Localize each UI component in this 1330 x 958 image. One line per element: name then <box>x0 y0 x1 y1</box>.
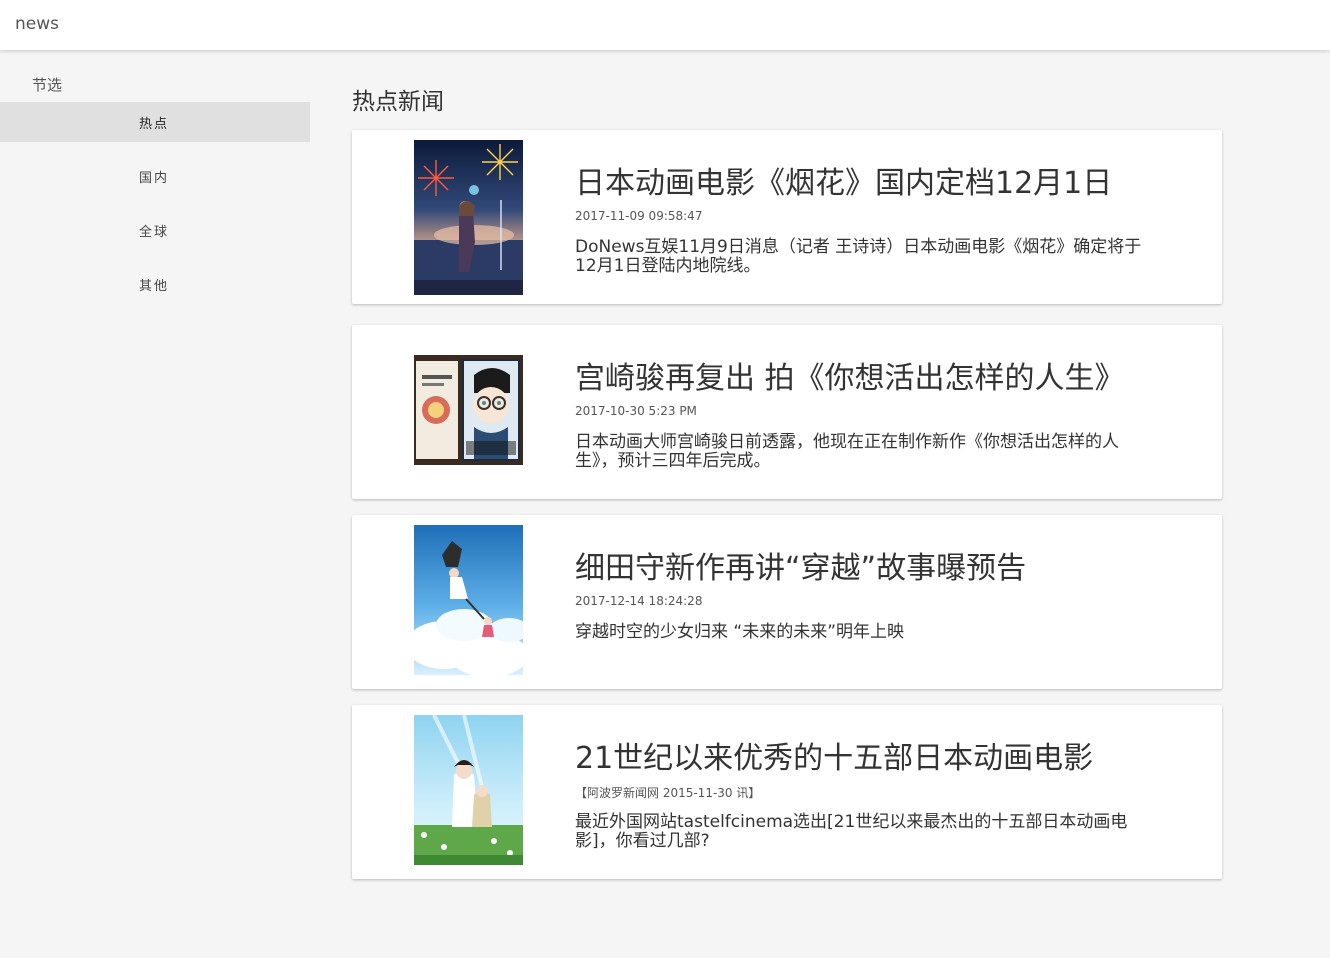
sidebar-item-label: 国内 <box>139 171 170 186</box>
article-summary: DoNews互娱11月9日消息（记者 王诗诗）日本动画电影《烟花》确定将于12月… <box>575 237 1142 276</box>
article-summary: 日本动画大师宫崎骏日前透露，他现在正在制作新作《你想活出怎样的人生》，预计三四年… <box>575 432 1119 471</box>
sidebar-item-label: 全球 <box>139 225 170 240</box>
article-title[interactable]: 日本动画电影《烟花》国内定档12月1日 <box>575 158 1112 202</box>
article-date: 2017-10-30 5:23 PM <box>575 404 697 418</box>
sidebar-section-title: 节选 <box>32 76 63 94</box>
article-title[interactable]: 细田守新作再讲“穿越”故事曝预告 <box>575 543 1026 587</box>
article-date: 【阿波罗新闻网 2015-11-30 讯】 <box>575 786 761 800</box>
sidebar-item-domestic[interactable]: 国内 <box>0 156 310 196</box>
sidebar-item-label: 热点 <box>139 117 170 132</box>
page-title: 热点新闻 <box>352 89 444 115</box>
sidebar-item-hot[interactable]: 热点 <box>0 102 310 142</box>
news-card[interactable]: 细田守新作再讲“穿越”故事曝预告 2017-12-14 18:24:28 穿越时… <box>352 515 1222 689</box>
article-title[interactable]: 21世纪以来优秀的十五部日本动画电影 <box>575 733 1093 777</box>
article-summary: 穿越时空的少女归来 “未来的未来”明年上映 <box>575 622 905 642</box>
article-date: 2017-12-14 18:24:28 <box>575 594 703 608</box>
article-thumbnail[interactable] <box>414 140 523 295</box>
article-thumbnail[interactable] <box>414 715 523 865</box>
sidebar-item-other[interactable]: 其他 <box>0 264 310 304</box>
sidebar-item-global[interactable]: 全球 <box>0 210 310 250</box>
article-title[interactable]: 宫崎骏再复出 拍《你想活出怎样的人生》 <box>575 353 1125 397</box>
news-card[interactable]: 宫崎骏再复出 拍《你想活出怎样的人生》 2017-10-30 5:23 PM 日… <box>352 325 1222 499</box>
sidebar: 节选 热点 国内 全球 其他 <box>0 50 310 958</box>
article-date: 2017-11-09 09:58:47 <box>575 209 703 223</box>
news-card[interactable]: 日本动画电影《烟花》国内定档12月1日 2017-11-09 09:58:47 … <box>352 130 1222 304</box>
article-thumbnail[interactable] <box>414 355 523 465</box>
app-bar: news <box>0 0 1330 50</box>
app-title[interactable]: news <box>15 14 59 34</box>
news-card[interactable]: 21世纪以来优秀的十五部日本动画电影 【阿波罗新闻网 2015-11-30 讯】… <box>352 705 1222 879</box>
sidebar-item-label: 其他 <box>139 279 170 294</box>
article-summary: 最近外国网站tastelfcinema选出[21世纪以来最杰出的十五部日本动画电… <box>575 812 1128 851</box>
article-thumbnail[interactable] <box>414 525 523 675</box>
